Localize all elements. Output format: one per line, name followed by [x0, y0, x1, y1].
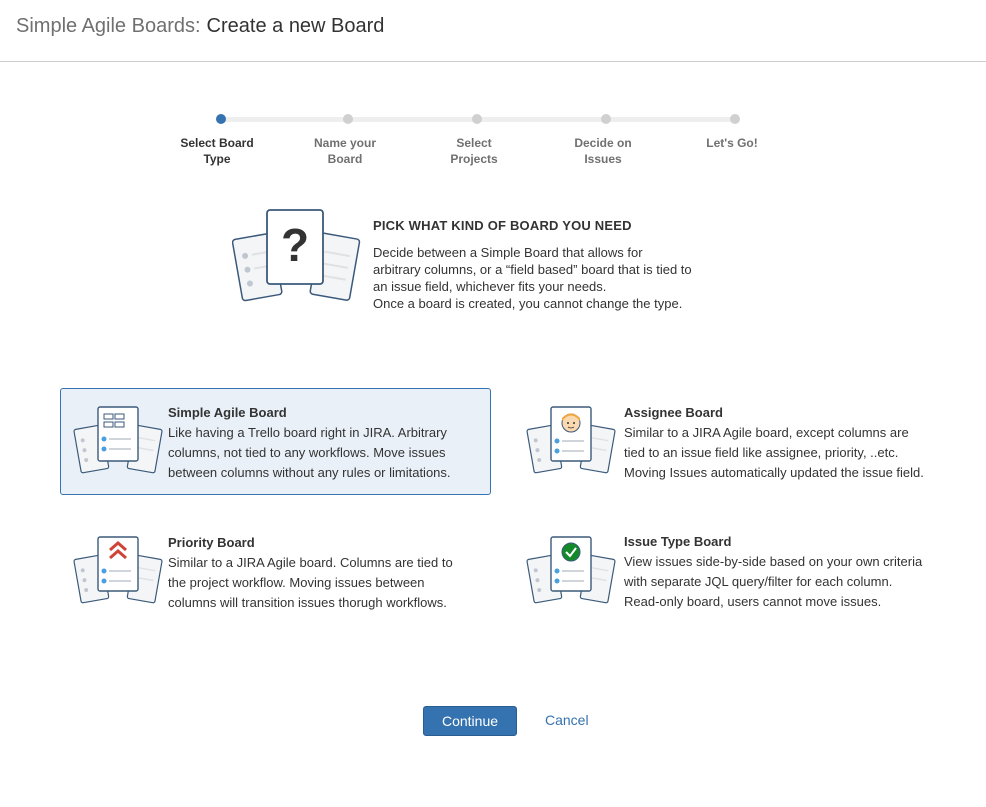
page-heading: Create a new Board [206, 15, 385, 37]
option-desc-line: Moving Issues automatically updated the … [624, 465, 924, 480]
intro-description: Decide between a Simple Board that allow… [373, 244, 773, 312]
cancel-link[interactable]: Cancel [545, 712, 589, 728]
step-label-line: Board [327, 152, 363, 166]
page-title: Simple Agile Boards: Create a new Board [16, 15, 384, 38]
step-label-line: Issues [584, 152, 622, 166]
option-desc-line: Similar to a JIRA Agile board, except co… [624, 425, 909, 440]
option-desc-line: View issues side-by-side based on your o… [624, 554, 923, 569]
step-label-lets-go: Let's Go! [677, 135, 787, 151]
step-label-line: Name your [313, 136, 377, 150]
step-label-line: Projects [450, 152, 498, 166]
checkmark-board-icon [526, 535, 616, 612]
step-label-line: Select Board [180, 136, 254, 150]
question-board-icon: ? [231, 206, 362, 313]
step-label-select-board-type: Select Board Type [162, 135, 272, 167]
option-title: Assignee Board [624, 405, 723, 420]
option-desc-line: Like having a Trello board right in JIRA… [168, 425, 447, 440]
step-label-line: Let's Go! [706, 136, 758, 150]
intro-line: arbitrary columns, or a “field based” bo… [373, 262, 692, 277]
step-dot-4 [601, 114, 611, 124]
step-dot-3 [472, 114, 482, 124]
option-title: Priority Board [168, 535, 255, 550]
option-desc-line: columns will transition issues thorugh w… [168, 595, 447, 610]
option-desc-line: Similar to a JIRA Agile board. Columns a… [168, 555, 453, 570]
step-dot-5 [730, 114, 740, 124]
option-desc-line: between columns without any rules or lim… [168, 465, 451, 480]
option-issue-type-board[interactable]: Issue Type Board View issues side-by-sid… [516, 518, 956, 618]
option-desc-line: the project workflow. Moving issues betw… [168, 575, 425, 590]
intro-line: an issue field, whichever fits your need… [373, 279, 607, 294]
step-dot-2 [343, 114, 353, 124]
priority-board-icon [73, 535, 163, 612]
option-description: Like having a Trello board right in JIRA… [168, 423, 451, 483]
option-desc-line: columns, not tied to any workflows. Move… [168, 445, 446, 460]
step-label-line: Type [203, 152, 231, 166]
option-description: View issues side-by-side based on your o… [624, 552, 922, 612]
option-title: Simple Agile Board [168, 405, 287, 420]
option-title: Issue Type Board [624, 534, 732, 549]
option-desc-line: Read-only board, users cannot move issue… [624, 594, 882, 609]
intro-heading: PICK WHAT KIND OF BOARD YOU NEED [373, 218, 632, 233]
intro-line: Decide between a Simple Board that allow… [373, 245, 643, 260]
page-header: Simple Agile Boards: Create a new Board [0, 0, 986, 62]
step-label-name-board: Name your Board [290, 135, 400, 167]
option-desc-line: with separate JQL query/filter for each … [624, 574, 893, 589]
option-priority-board[interactable]: Priority Board Similar to a JIRA Agile b… [60, 518, 491, 618]
option-assignee-board[interactable]: Assignee Board Similar to a JIRA Agile b… [516, 388, 956, 495]
option-description: Similar to a JIRA Agile board. Columns a… [168, 553, 453, 613]
svg-text:?: ? [281, 219, 309, 271]
columns-board-icon [73, 405, 163, 482]
person-board-icon [526, 405, 616, 482]
step-label-line: Select [456, 136, 492, 150]
option-simple-agile-board[interactable]: Simple Agile Board Like having a Trello … [60, 388, 491, 495]
step-dot-1 [216, 114, 226, 124]
step-label-line: Decide on [574, 136, 632, 150]
intro-line: Once a board is created, you cannot chan… [373, 296, 683, 311]
step-label-select-projects: Select Projects [419, 135, 529, 167]
app-name: Simple Agile Boards: [16, 15, 201, 37]
option-desc-line: tied to an issue field like assignee, pr… [624, 445, 899, 460]
step-label-decide-issues: Decide on Issues [548, 135, 658, 167]
option-description: Similar to a JIRA Agile board, except co… [624, 423, 924, 483]
continue-button[interactable]: Continue [423, 706, 517, 736]
